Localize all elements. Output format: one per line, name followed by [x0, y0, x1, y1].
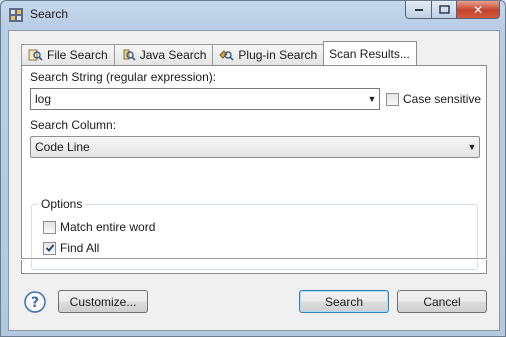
tab-bar: File Search Java Search Plug-in Search S… — [21, 41, 417, 65]
options-group: Options Match entire word Find All — [31, 197, 478, 270]
caption-buttons: ✕ — [405, 1, 500, 20]
search-string-combo[interactable]: log ▼ — [30, 88, 380, 110]
match-entire-word-option[interactable]: Match entire word — [43, 220, 155, 234]
close-button[interactable]: ✕ — [456, 1, 500, 19]
tab-label: File Search — [47, 48, 108, 62]
maximize-button[interactable] — [431, 1, 456, 19]
find-all-label: Find All — [60, 241, 100, 255]
java-search-icon — [123, 49, 136, 61]
minimize-icon — [414, 8, 423, 11]
tab-label: Plug-in Search — [238, 48, 318, 62]
search-dialog: Search ✕ File Search Java Search Plug-in… — [0, 0, 506, 337]
checkmark-icon — [45, 244, 54, 252]
dialog-body: File Search Java Search Plug-in Search S… — [8, 30, 500, 331]
window-title: Search — [30, 7, 69, 21]
plugin-search-icon — [219, 50, 234, 61]
options-group-title: Options — [38, 197, 86, 211]
case-sensitive-label: Case sensitive — [403, 92, 482, 106]
scan-results-panel: Search String (regular expression): log … — [21, 65, 487, 274]
chevron-down-icon[interactable]: ▼ — [365, 94, 379, 104]
eclipse-search-icon — [9, 8, 23, 22]
close-icon: ✕ — [472, 2, 484, 17]
tab-plugin-search[interactable]: Plug-in Search — [212, 44, 325, 65]
title-bar[interactable]: Search ✕ — [1, 1, 505, 29]
chevron-down-icon[interactable]: ▼ — [465, 142, 479, 152]
minimize-button[interactable] — [405, 1, 431, 19]
case-sensitive-checkbox[interactable] — [386, 92, 399, 106]
search-button[interactable]: Search — [299, 290, 389, 313]
tab-java-search[interactable]: Java Search — [113, 44, 214, 65]
search-string-label: Search String (regular expression): — [30, 70, 217, 84]
search-column-select[interactable]: Code Line ▼ — [30, 136, 480, 158]
search-column-label: Search Column: — [30, 118, 117, 132]
tab-label: Scan Results... — [329, 46, 410, 61]
file-search-icon — [28, 49, 43, 61]
divider — [21, 258, 487, 260]
find-all-option[interactable]: Find All — [43, 241, 99, 255]
search-column-value: Code Line — [35, 140, 90, 154]
maximize-icon — [438, 5, 450, 14]
match-entire-word-label: Match entire word — [60, 220, 156, 234]
case-sensitive-option[interactable]: Case sensitive — [386, 92, 481, 106]
find-all-checkbox[interactable] — [43, 241, 56, 255]
tab-file-search[interactable]: File Search — [21, 44, 115, 65]
tab-scan-results[interactable]: Scan Results... — [323, 41, 417, 65]
tab-label: Java Search — [139, 48, 207, 62]
search-string-input[interactable]: log — [31, 92, 365, 106]
cancel-button[interactable]: Cancel — [397, 290, 487, 313]
svg-text:?: ? — [31, 295, 39, 311]
match-entire-word-checkbox[interactable] — [43, 220, 56, 234]
help-icon[interactable]: ? — [24, 291, 46, 313]
customize-button[interactable]: Customize... — [58, 290, 148, 313]
